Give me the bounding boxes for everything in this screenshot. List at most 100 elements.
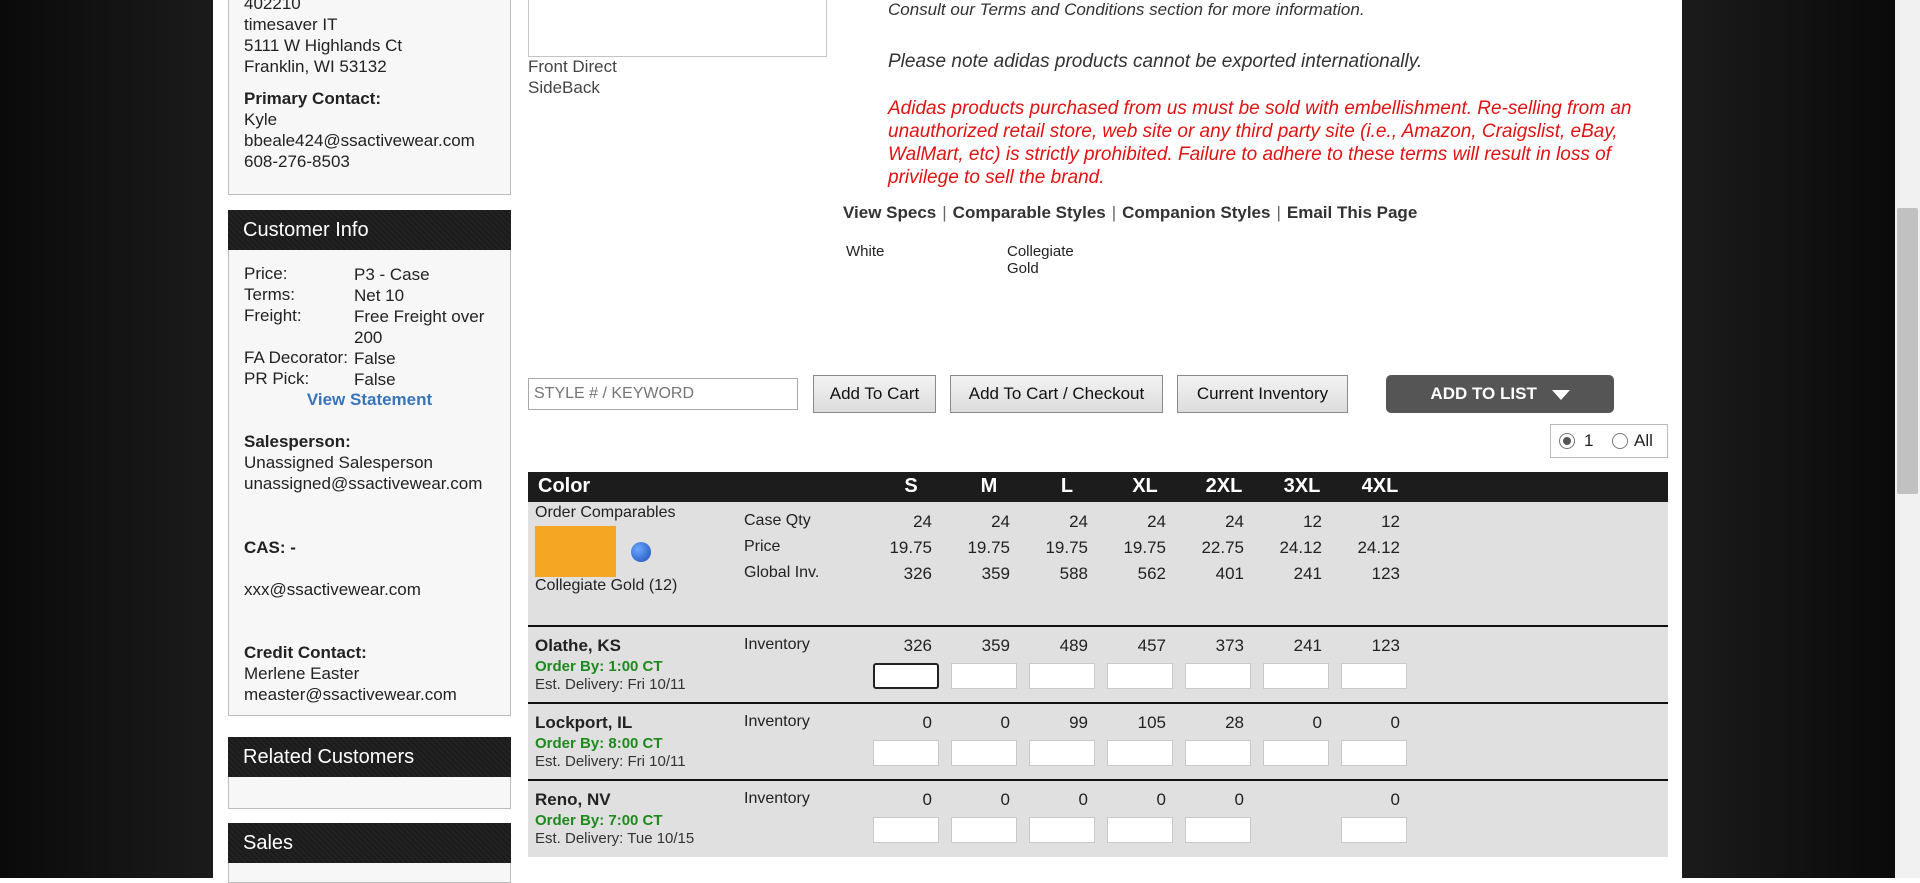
product-image-frame [528, 0, 827, 57]
qty-input-s[interactable] [873, 663, 939, 689]
cas-email[interactable]: xxx@ssactivewear.com [244, 580, 421, 600]
warehouse-row-olathe: Olathe, KS Order By: 1:00 CT Est. Delive… [528, 627, 1668, 702]
qty-input-4xl[interactable] [1341, 663, 1407, 689]
radio-all[interactable] [1612, 433, 1628, 449]
right-background [1682, 0, 1895, 878]
qty-input-s[interactable] [873, 740, 939, 766]
inventory-label: Inventory [744, 713, 810, 730]
qty-input-l[interactable] [1029, 817, 1095, 843]
qty-input-l[interactable] [1029, 663, 1095, 689]
companion-styles-link[interactable]: Companion Styles [1122, 203, 1270, 222]
price-m: 19.75 [967, 538, 1010, 557]
account-id: 402210 [244, 0, 301, 13]
qty-input-2xl[interactable] [1185, 817, 1251, 843]
order-by-time: Order By: 7:00 CT [535, 812, 663, 829]
view-specs-link[interactable]: View Specs [843, 203, 936, 222]
swatch-collegiate-gold[interactable]: Collegiate Gold [1007, 243, 1087, 277]
freight-label: Freight: [244, 306, 302, 325]
credit-contact-email[interactable]: measter@ssactivewear.com [244, 685, 457, 705]
color-column-header: Color [538, 475, 591, 497]
inv-4xl: 0 [1390, 790, 1400, 809]
inv-4xl: 123 [1371, 636, 1400, 655]
primary-contact-label: Primary Contact: [244, 89, 381, 108]
current-inventory-button[interactable]: Current Inventory [1177, 375, 1348, 413]
qty-input-s[interactable] [873, 817, 939, 843]
inv-l: 489 [1059, 636, 1088, 655]
primary-contact-phone: 608-276-8503 [244, 152, 350, 171]
export-notice: Please note adidas products cannot be ex… [888, 51, 1423, 72]
inv-2xl: 28 [1225, 713, 1244, 732]
order-by-time: Order By: 8:00 CT [535, 735, 663, 752]
scrollbar-thumb[interactable] [1897, 208, 1918, 494]
inv-2xl: 373 [1215, 636, 1244, 655]
comparable-styles-link[interactable]: Comparable Styles [953, 203, 1106, 222]
left-background [0, 0, 213, 878]
related-customers-box [228, 777, 511, 809]
case-qty-3xl: 12 [1303, 512, 1322, 531]
price-xl: 19.75 [1123, 538, 1166, 557]
inv-2xl: 0 [1234, 790, 1244, 809]
fa-decorator-value: False [354, 349, 396, 368]
view-statement-link[interactable]: View Statement [229, 390, 510, 410]
swatch-white[interactable]: White [846, 243, 884, 260]
global-inv-s: 326 [903, 564, 932, 583]
qty-input-m[interactable] [951, 817, 1017, 843]
inv-m: 0 [1000, 713, 1010, 732]
credit-contact-name: Merlene Easter [244, 664, 360, 683]
size-table-header: Color S M L XL 2XL 3XL 4XL [528, 472, 1668, 502]
size-header-l: L [1060, 475, 1074, 497]
case-qty-2xl: 24 [1225, 512, 1244, 531]
add-to-cart-button[interactable]: Add To Cart [813, 375, 936, 413]
add-to-cart-checkout-button[interactable]: Add To Cart / Checkout [950, 375, 1163, 413]
primary-contact-name: Kyle [244, 110, 278, 129]
price-2xl: 22.75 [1201, 538, 1244, 557]
salesperson-email[interactable]: unassigned@ssactivewear.com [244, 474, 482, 494]
add-to-list-label: ADD TO LIST [1430, 384, 1537, 403]
warehouse-name: Olathe, KS [535, 636, 621, 655]
size-header-3xl: 3XL [1283, 475, 1321, 497]
account-address-line1: 5111 W Highlands Ct [244, 36, 403, 55]
qty-input-4xl[interactable] [1341, 740, 1407, 766]
inv-3xl: 0 [1312, 713, 1322, 732]
radio-one[interactable] [1559, 433, 1575, 449]
qty-input-l[interactable] [1029, 740, 1095, 766]
related-customers-header[interactable]: Related Customers [228, 737, 511, 777]
color-swatch-collegiate-gold[interactable] [535, 526, 616, 577]
inv-m: 359 [981, 636, 1010, 655]
inv-l: 0 [1078, 790, 1088, 809]
image-caption-sideback[interactable]: SideBack [528, 78, 600, 98]
case-qty-xl: 24 [1147, 512, 1166, 531]
order-comparables-link[interactable]: Order Comparables [535, 504, 676, 522]
qty-input-3xl[interactable] [1263, 663, 1329, 689]
qty-input-3xl[interactable] [1263, 740, 1329, 766]
inventory-label: Inventory [744, 636, 810, 653]
credit-contact-label: Credit Contact: [244, 643, 367, 662]
cas-label: CAS: - [244, 538, 296, 557]
qty-input-2xl[interactable] [1185, 740, 1251, 766]
account-company: timesaver IT [244, 15, 338, 34]
add-to-list-button[interactable]: ADD TO LIST [1386, 375, 1614, 413]
sales-box [228, 863, 511, 883]
inv-xl: 105 [1137, 713, 1166, 732]
qty-input-xl[interactable] [1107, 740, 1173, 766]
account-address-line2: Franklin, WI 53132 [244, 57, 387, 76]
image-caption-front-direct[interactable]: Front Direct [528, 57, 617, 77]
freight-value: Free Freight over 200 [354, 307, 485, 347]
qty-input-4xl[interactable] [1341, 817, 1407, 843]
primary-contact-email[interactable]: bbeale424@ssactivewear.com [229, 130, 510, 151]
qty-input-xl[interactable] [1107, 817, 1173, 843]
info-dot-icon[interactable] [631, 542, 651, 562]
qty-input-xl[interactable] [1107, 663, 1173, 689]
sales-header[interactable]: Sales [228, 823, 511, 863]
qty-input-m[interactable] [951, 740, 1017, 766]
case-qty-4xl: 12 [1381, 512, 1400, 531]
qty-input-m[interactable] [951, 663, 1017, 689]
style-keyword-search-input[interactable] [528, 378, 798, 410]
inv-s: 0 [922, 713, 932, 732]
qty-input-2xl[interactable] [1185, 663, 1251, 689]
email-this-page-link[interactable]: Email This Page [1287, 203, 1417, 222]
case-qty-m: 24 [991, 512, 1010, 531]
inv-l: 99 [1069, 713, 1088, 732]
global-inv-4xl: 123 [1371, 564, 1400, 583]
global-inv-xl: 562 [1137, 564, 1166, 583]
